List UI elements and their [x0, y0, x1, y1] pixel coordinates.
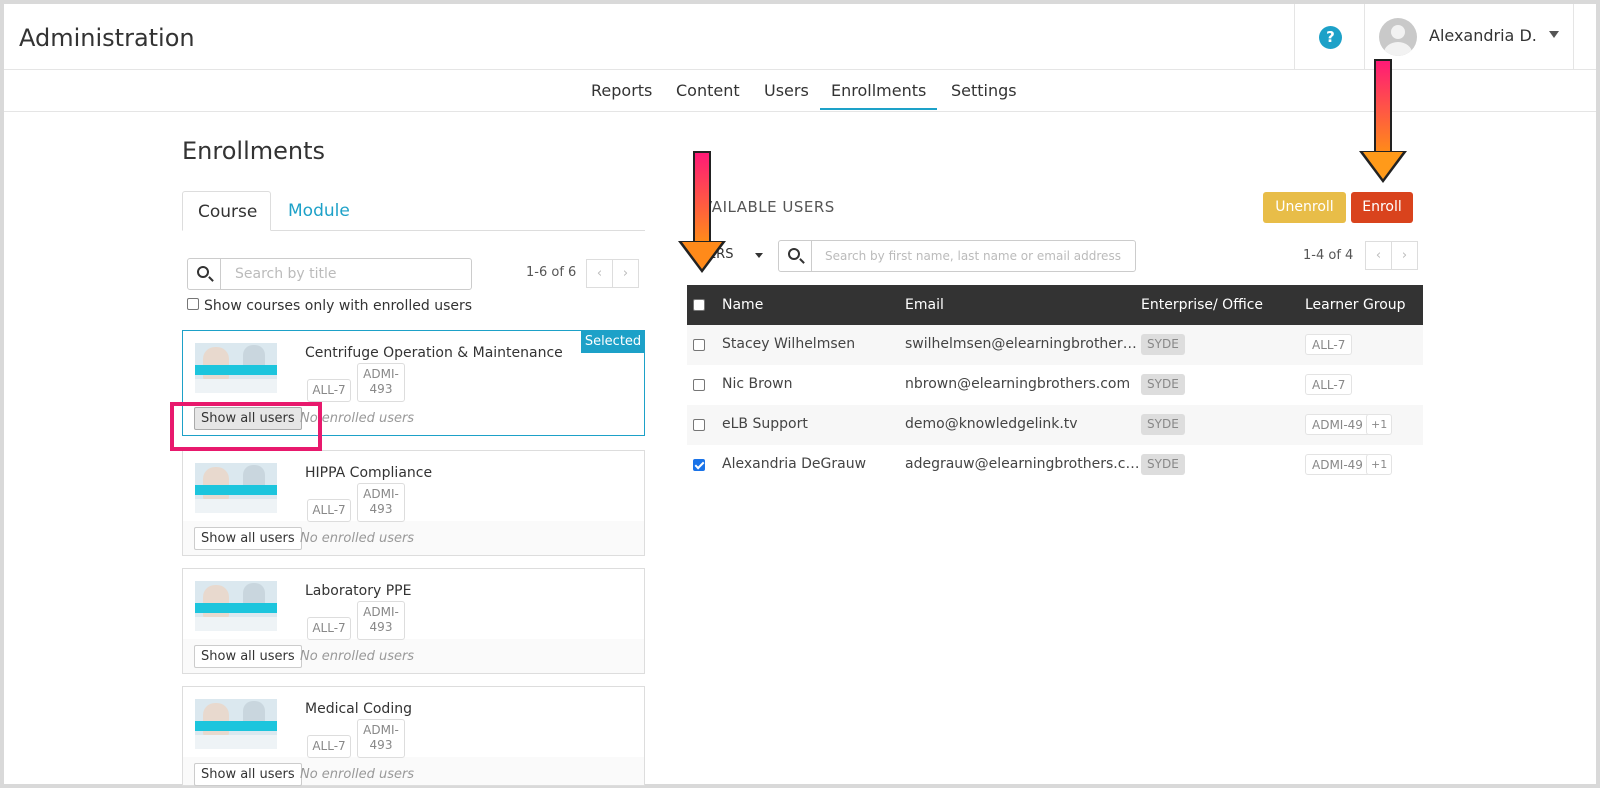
row-checkbox[interactable] — [693, 419, 705, 431]
no-enrolled-text: No enrolled users — [300, 531, 415, 546]
search-icon — [788, 248, 800, 260]
tab-course[interactable]: Course — [182, 191, 271, 231]
course-title: Medical Coding — [305, 701, 412, 717]
column-header-email[interactable]: Email — [905, 297, 944, 313]
user-search-input[interactable] — [813, 241, 1133, 271]
table-row[interactable]: Nic Brown nbrown@elearningbrothers.com S… — [687, 365, 1423, 405]
row-checkbox[interactable] — [693, 379, 705, 391]
help-button[interactable]: ? — [1294, 4, 1364, 70]
user-next-button[interactable]: › — [1391, 241, 1418, 270]
course-thumbnail — [195, 463, 277, 513]
course-card[interactable]: HIPPA Compliance ALL-7 ADMI- 493 Show all… — [182, 450, 645, 556]
nav-item-enrollments[interactable]: Enrollments — [820, 81, 938, 110]
enrolled-only-checkbox[interactable] — [187, 298, 199, 310]
user-name[interactable]: Alexandria D. — [1429, 26, 1537, 45]
column-header-learner-group[interactable]: Learner Group — [1305, 297, 1406, 313]
page-title: Enrollments — [182, 137, 326, 165]
user-email-cell: adegrauw@elearningbrothers.com — [905, 456, 1141, 472]
course-tag: ADMI- 493 — [357, 719, 405, 758]
learner-group-badge: ALL-7 — [1305, 374, 1353, 395]
nav-item-settings[interactable]: Settings — [951, 81, 1017, 100]
course-tag: ALL-7 — [307, 379, 351, 402]
course-tag: ALL-7 — [307, 617, 351, 640]
enterprise-badge: SYDE — [1141, 334, 1185, 355]
highlight-annotation-box — [170, 402, 322, 451]
learner-group-badge: ADMI-49 — [1305, 454, 1370, 475]
select-all-checkbox[interactable] — [693, 299, 705, 311]
enterprise-badge: SYDE — [1141, 374, 1185, 395]
enterprise-badge: SYDE — [1141, 414, 1185, 435]
user-name-cell: Nic Brown — [722, 376, 793, 392]
more-groups-badge[interactable]: +1 — [1366, 414, 1393, 435]
search-button[interactable] — [188, 259, 221, 289]
course-tag: ADMI- 493 — [357, 601, 405, 640]
show-all-users-button[interactable]: Show all users — [194, 527, 302, 550]
caret-down-icon[interactable] — [755, 253, 763, 258]
course-search-input[interactable] — [222, 259, 470, 289]
nav-item-users[interactable]: Users — [764, 81, 809, 100]
course-tag: ADMI- 493 — [357, 483, 405, 522]
enrolled-only-label: Show courses only with enrolled users — [204, 298, 473, 314]
user-name-cell: eLB Support — [722, 416, 808, 432]
row-checkbox[interactable] — [693, 339, 705, 351]
show-all-users-button[interactable]: Show all users — [194, 645, 302, 668]
course-next-button[interactable]: › — [612, 259, 639, 288]
table-row[interactable]: Stacey Wilhelmsen swilhelmsen@elearningb… — [687, 325, 1423, 365]
course-tag: ALL-7 — [307, 735, 351, 758]
app-header: Administration ? Alexandria D. — [4, 4, 1596, 70]
course-tag: ADMI- 493 — [357, 363, 405, 402]
user-search — [778, 240, 1136, 272]
no-enrolled-text: No enrolled users — [300, 649, 415, 664]
course-title: HIPPA Compliance — [305, 465, 433, 481]
unenroll-button[interactable]: Unenroll — [1263, 192, 1346, 223]
column-header-name[interactable]: Name — [722, 297, 763, 313]
more-groups-badge[interactable]: +1 — [1366, 454, 1393, 475]
main-nav: Reports Content Users Enrollments Settin… — [4, 70, 1596, 112]
course-title: Laboratory PPE — [305, 583, 412, 599]
user-prev-button[interactable]: ‹ — [1365, 241, 1392, 270]
nav-item-content[interactable]: Content — [676, 81, 740, 100]
no-enrolled-text: No enrolled users — [300, 767, 415, 782]
learner-group-badge: ALL-7 — [1305, 334, 1353, 355]
course-pagination-text: 1-6 of 6 — [526, 265, 577, 280]
show-all-users-button[interactable]: Show all users — [194, 763, 302, 786]
course-thumbnail — [195, 581, 277, 631]
table-header: Name Email Enterprise/ Office Learner Gr… — [687, 285, 1423, 325]
user-pagination-text: 1-4 of 4 — [1303, 248, 1354, 263]
nav-item-reports[interactable]: Reports — [591, 81, 652, 100]
course-thumbnail — [195, 343, 277, 393]
course-card[interactable]: Medical Coding ALL-7 ADMI- 493 Show all u… — [182, 686, 645, 786]
enterprise-badge: SYDE — [1141, 454, 1185, 475]
search-button[interactable] — [779, 241, 812, 271]
tab-module[interactable]: Module — [273, 191, 365, 231]
course-search — [187, 258, 472, 290]
row-checkbox[interactable] — [693, 459, 705, 471]
question-circle-icon[interactable]: ? — [1319, 26, 1342, 49]
caret-down-icon[interactable] — [1549, 31, 1559, 38]
user-email-cell: nbrown@elearningbrothers.com — [905, 376, 1131, 392]
user-name-cell: Alexandria DeGrauw — [722, 456, 867, 472]
app-title: Administration — [19, 24, 195, 52]
user-name-cell: Stacey Wilhelmsen — [722, 336, 856, 352]
learner-group-badge: ADMI-49 — [1305, 414, 1370, 435]
course-thumbnail — [195, 699, 277, 749]
column-header-enterprise[interactable]: Enterprise/ Office — [1141, 297, 1263, 313]
avatar[interactable] — [1379, 18, 1417, 56]
enroll-button[interactable]: Enroll — [1351, 192, 1413, 223]
course-card[interactable]: Laboratory PPE ALL-7 ADMI- 493 Show all u… — [182, 568, 645, 674]
course-prev-button[interactable]: ‹ — [586, 259, 613, 288]
available-users-title: VAILABLE USERS — [702, 198, 835, 216]
table-row[interactable]: eLB Support demo@knowledgelink.tv SYDE A… — [687, 405, 1423, 445]
search-icon — [197, 266, 209, 278]
course-title: Centrifuge Operation & Maintenance — [305, 345, 563, 361]
selected-badge: Selected — [581, 330, 645, 353]
course-tag: ALL-7 — [307, 499, 351, 522]
user-email-cell: demo@knowledgelink.tv — [905, 416, 1078, 432]
table-row[interactable]: Alexandria DeGrauw adegrauw@elearningbro… — [687, 445, 1423, 485]
user-menu[interactable]: Alexandria D. — [1364, 4, 1574, 70]
user-email-cell: swilhelmsen@elearningbrothers.c... — [905, 336, 1141, 352]
